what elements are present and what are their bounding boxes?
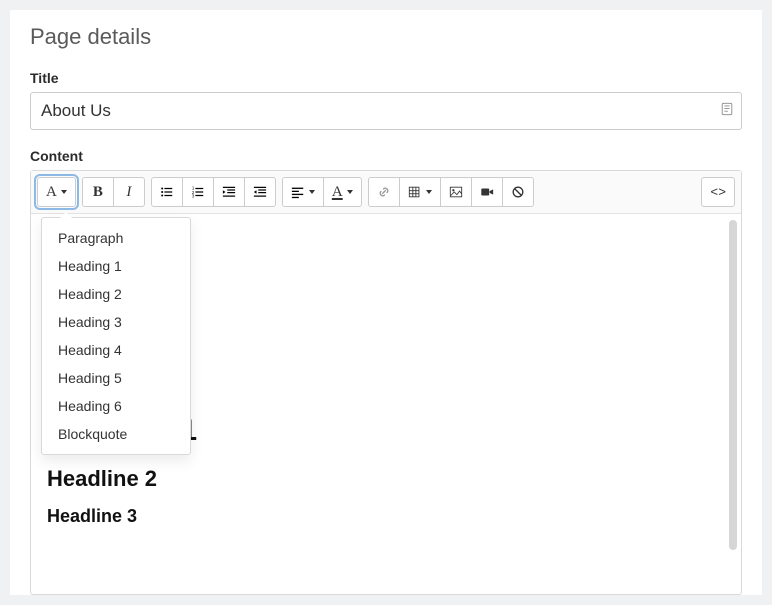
content-heading-2: Headline 2 xyxy=(47,466,725,492)
style-option-heading-3[interactable]: Heading 3 xyxy=(42,308,190,336)
paragraph-style-dropdown-button[interactable]: A xyxy=(37,177,76,207)
numbered-list-icon: 123 xyxy=(191,185,205,199)
code-view-button[interactable]: <> xyxy=(701,177,735,207)
caret-down-icon xyxy=(347,190,353,194)
image-icon xyxy=(449,185,463,199)
list-indent-group: 123 xyxy=(151,177,276,207)
indent-button[interactable] xyxy=(244,177,276,207)
align-left-icon xyxy=(291,185,305,199)
video-button[interactable] xyxy=(471,177,503,207)
link-icon xyxy=(377,185,391,199)
outdent-button[interactable] xyxy=(213,177,245,207)
scrollbar[interactable] xyxy=(729,220,737,550)
indent-icon xyxy=(253,185,267,199)
table-icon xyxy=(408,185,422,199)
italic-button[interactable]: I xyxy=(113,177,145,207)
text-color-icon: A xyxy=(332,184,343,201)
italic-icon: I xyxy=(126,184,131,201)
paragraph-style-dropdown: Paragraph Heading 1 Heading 2 Heading 3 … xyxy=(41,217,191,455)
page-title: Page details xyxy=(30,24,742,50)
text-color-dropdown-button[interactable]: A xyxy=(323,177,362,207)
align-color-group: A xyxy=(282,177,362,207)
table-dropdown-button[interactable] xyxy=(399,177,441,207)
bold-button[interactable]: B xyxy=(82,177,114,207)
scrollbar-thumb[interactable] xyxy=(729,220,737,550)
title-input[interactable] xyxy=(30,92,742,130)
bullet-list-icon xyxy=(160,185,174,199)
style-option-heading-4[interactable]: Heading 4 xyxy=(42,336,190,364)
page-details-card: Page details Title Content A B I xyxy=(10,10,762,595)
svg-text:3: 3 xyxy=(192,194,195,199)
style-option-paragraph[interactable]: Paragraph xyxy=(42,224,190,252)
rich-text-editor: A B I 123 xyxy=(30,170,742,595)
content-label: Content xyxy=(30,148,742,164)
style-option-heading-2[interactable]: Heading 2 xyxy=(42,280,190,308)
remove-format-button[interactable] xyxy=(502,177,534,207)
caret-down-icon xyxy=(61,190,67,194)
caret-down-icon xyxy=(426,190,432,194)
outdent-icon xyxy=(222,185,236,199)
title-label: Title xyxy=(30,70,742,86)
style-option-heading-1[interactable]: Heading 1 xyxy=(42,252,190,280)
video-icon xyxy=(480,185,494,199)
text-align-dropdown-button[interactable] xyxy=(282,177,324,207)
unordered-list-button[interactable] xyxy=(151,177,183,207)
content-heading-3: Headline 3 xyxy=(47,506,725,527)
image-button[interactable] xyxy=(440,177,472,207)
style-option-blockquote[interactable]: Blockquote xyxy=(42,420,190,448)
style-option-heading-5[interactable]: Heading 5 xyxy=(42,364,190,392)
style-glyph: A xyxy=(46,184,57,201)
bold-icon: B xyxy=(93,184,103,201)
code-icon: <> xyxy=(710,185,726,200)
text-format-group: B I xyxy=(82,177,145,207)
autofill-icon xyxy=(720,102,734,121)
ban-icon xyxy=(511,185,525,199)
title-field-wrap xyxy=(30,92,742,130)
caret-down-icon xyxy=(309,190,315,194)
insert-group xyxy=(368,177,534,207)
editor-toolbar: A B I 123 xyxy=(31,171,741,214)
style-option-heading-6[interactable]: Heading 6 xyxy=(42,392,190,420)
link-button[interactable] xyxy=(368,177,400,207)
ordered-list-button[interactable]: 123 xyxy=(182,177,214,207)
